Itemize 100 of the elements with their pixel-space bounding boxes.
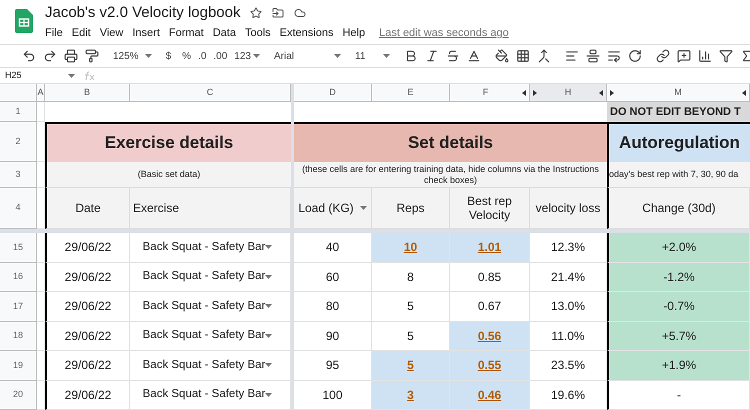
row-number[interactable]: 19	[0, 351, 37, 380]
bold-icon[interactable]	[404, 49, 418, 63]
column-header[interactable]: B	[45, 84, 130, 102]
italic-icon[interactable]	[425, 49, 440, 63]
menu-item[interactable]: Extensions	[280, 25, 334, 42]
folder-icon[interactable]	[272, 7, 284, 19]
table-cell: 60	[294, 262, 372, 292]
table-cell: 29/06/22	[45, 322, 130, 351]
right-arrow-icon[interactable]	[533, 90, 537, 96]
row-number[interactable]: 2	[0, 122, 37, 162]
row-number[interactable]: 20	[0, 380, 37, 410]
percent-button[interactable]: %	[182, 48, 192, 64]
cloud-icon[interactable]	[294, 7, 306, 19]
menu-item[interactable]: Data	[212, 25, 236, 42]
redo-icon[interactable]	[43, 49, 57, 63]
vertical-align-icon[interactable]	[586, 49, 600, 63]
table-cell: +5.7%	[607, 322, 750, 351]
note-cell: oday's best rep with 7, 30, 90 da	[607, 162, 750, 188]
increase-decimals-button[interactable]: .00	[213, 48, 228, 64]
row-number[interactable]: 1	[0, 102, 37, 122]
borders-icon[interactable]	[516, 49, 530, 63]
warning-cell: DO NOT EDIT BEYOND T	[607, 102, 750, 122]
right-arrow-icon[interactable]	[610, 90, 614, 96]
undo-icon[interactable]	[22, 49, 36, 63]
table-cell: 5	[372, 351, 450, 380]
name-box[interactable]: H25	[0, 68, 70, 82]
merge-icon[interactable]	[537, 49, 552, 63]
table-cell: 0.55	[450, 351, 530, 380]
caret-icon	[360, 206, 367, 210]
row-number[interactable]: 3	[0, 162, 37, 188]
section-header: Exercise details	[45, 122, 291, 162]
star-icon[interactable]	[250, 7, 262, 19]
menu-item[interactable]: Edit	[72, 25, 91, 42]
column-header[interactable]: E	[372, 84, 450, 102]
left-arrow-icon[interactable]	[599, 90, 603, 96]
table-cell: -1.2%	[607, 262, 750, 292]
rotate-icon[interactable]	[628, 49, 642, 63]
caret-icon	[334, 54, 341, 58]
column-header[interactable]: C	[130, 84, 291, 102]
filter-icon[interactable]	[719, 49, 734, 63]
table-cell: 0.56	[450, 322, 530, 351]
row-number[interactable]: 18	[0, 322, 37, 351]
caret-icon	[265, 334, 272, 338]
comment-icon[interactable]	[677, 49, 692, 63]
table-cell: 90	[294, 322, 372, 351]
link-icon[interactable]	[656, 49, 670, 63]
font-dropdown[interactable]: Arial	[274, 48, 341, 64]
caret-icon	[265, 245, 272, 250]
print-icon[interactable]	[64, 49, 78, 63]
table-cell: 19.6%	[530, 380, 607, 410]
paint-format-icon[interactable]	[85, 49, 99, 63]
font-size-dropdown[interactable]: 11	[355, 48, 390, 64]
column-header[interactable]: D	[294, 84, 372, 102]
menu-item[interactable]: Format	[168, 25, 204, 42]
menu-item[interactable]: View	[100, 25, 124, 42]
left-arrow-icon[interactable]	[522, 90, 526, 96]
table-cell: 5	[372, 292, 450, 322]
table-cell: 29/06/22	[45, 233, 130, 262]
menu-item[interactable]: Help	[342, 25, 366, 42]
table-cell: 29/06/22	[45, 380, 130, 410]
document-title[interactable]: Jacob's v2.0 Velocity logbook	[45, 3, 240, 23]
column-header[interactable]: H	[530, 84, 607, 102]
note-cell: (Basic set data)	[45, 162, 291, 188]
wrap-icon[interactable]	[607, 49, 622, 63]
table-cell: 10	[372, 233, 450, 262]
table-cell: 80	[294, 292, 372, 322]
zoom-dropdown[interactable]: 125%	[113, 48, 152, 64]
row-number[interactable]: 4	[0, 188, 37, 229]
spreadsheet-logo-icon[interactable]	[15, 9, 33, 33]
decrease-decimals-button[interactable]: .0	[198, 48, 206, 64]
align-icon[interactable]	[565, 49, 580, 63]
caret-icon	[265, 363, 272, 368]
caret-icon	[265, 274, 272, 279]
row-number[interactable]: 17	[0, 292, 37, 322]
currency-button[interactable]: $	[166, 48, 172, 64]
caret-icon	[68, 74, 75, 78]
note-cell: (these cells are for entering training data, hide columns via the Instructions check boxes)	[294, 162, 607, 188]
left-arrow-icon[interactable]	[742, 90, 746, 96]
table-cell: 0.85	[450, 262, 530, 292]
menu-item[interactable]: Insert	[132, 25, 160, 42]
text-color-icon[interactable]	[467, 49, 482, 63]
row-number[interactable]: 15	[0, 233, 37, 262]
number-format-dropdown[interactable]: 123	[234, 48, 260, 64]
last-edit-link[interactable]: Last edit was seconds ago	[379, 25, 509, 42]
table-cell: 3	[372, 380, 450, 410]
column-header[interactable]: A	[37, 84, 45, 102]
table-cell: -0.7%	[607, 292, 750, 322]
strikethrough-icon[interactable]	[446, 49, 460, 63]
caret-icon	[383, 54, 390, 58]
menu-item[interactable]: Tools	[244, 25, 271, 42]
table-cell: 29/06/22	[45, 292, 130, 322]
chart-icon[interactable]	[698, 49, 712, 63]
table-cell: 29/06/22	[45, 262, 130, 292]
table-cell: +2.0%	[607, 233, 750, 262]
menu-item[interactable]: File	[45, 25, 63, 42]
table-cell: 1.01	[450, 233, 530, 262]
functions-icon[interactable]	[740, 49, 750, 63]
fill-color-icon[interactable]	[495, 49, 510, 63]
row-number[interactable]: 16	[0, 262, 37, 292]
caret-icon	[252, 54, 260, 58]
